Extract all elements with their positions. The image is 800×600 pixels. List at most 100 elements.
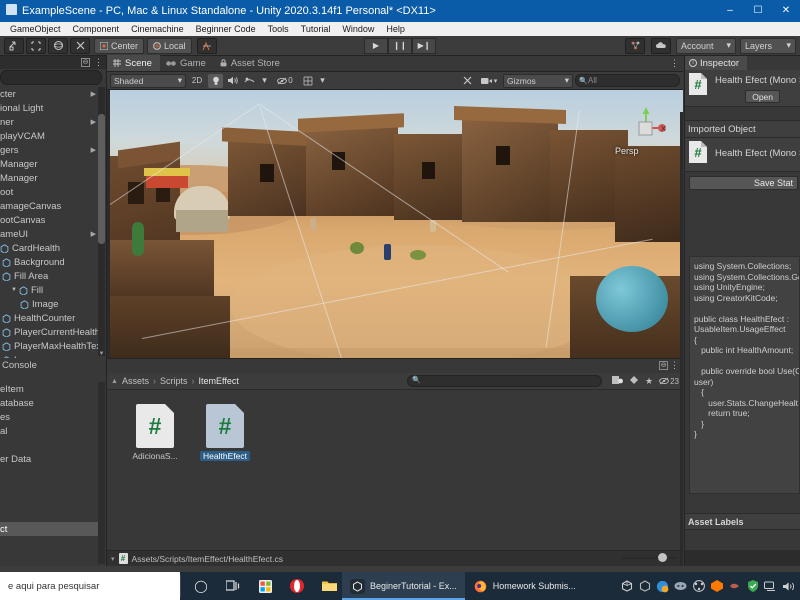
scene-tools-icon[interactable] [460,74,475,88]
chevron-right-icon[interactable]: ▶ [91,230,96,238]
taskbar-app[interactable]: Homework Submis... [465,572,584,600]
hierarchy-item[interactable]: Manager [0,171,98,185]
hierarchy-item[interactable]: Background [0,255,98,269]
panel-resize-handle[interactable] [680,112,683,600]
save-state-button[interactable]: Save Stat [689,176,798,190]
network-icon[interactable] [763,579,778,594]
project-tree-item[interactable]: atabase [0,396,98,410]
file-explorer-icon[interactable] [314,572,344,600]
pause-button[interactable]: ❙❙ [388,37,412,54]
hierarchy-item[interactable]: ner ▶ [0,115,98,129]
store-icon[interactable] [250,572,280,600]
hierarchy-collapse-icon[interactable]: ⊖ [81,58,90,67]
unity-icon-2[interactable] [637,579,652,594]
scene-grid-dropdown-icon[interactable]: ▾ [317,74,328,88]
hierarchy-item[interactable]: cter ▶ [0,87,98,101]
asset-item[interactable]: # HealthEfect [197,404,253,466]
gizmos-dropdown[interactable]: Gizmos ▾ [503,73,573,88]
taskbar-app[interactable]: BeginerTutorial - Ex... [342,572,465,600]
hierarchy-scroll-down-icon[interactable]: ▼ [98,351,105,358]
space-mode-button[interactable]: Local [147,37,192,54]
expand-triangle-icon[interactable]: ▼ [11,287,18,293]
hierarchy-item[interactable]: Image [0,297,98,311]
menu-item-tutorial[interactable]: Tutorial [295,22,337,36]
hierarchy-item[interactable]: PlayerCurrentHealthTe: [0,325,98,339]
hierarchy-item[interactable]: playVCAM [0,129,98,143]
hierarchy-list[interactable]: cter ▶ ional Light ner ▶ playVCAM gers ▶ Manager… [0,87,98,358]
menu-item-window[interactable]: Window [336,22,380,36]
step-button[interactable]: ▶❙ [412,37,436,54]
scene-viewport[interactable]: X Persp [110,90,683,358]
taskbar-search-input[interactable]: e aqui para pesquisar [0,572,180,600]
hierarchy-item[interactable]: PlayerMaxHealthText [0,339,98,353]
opera-icon[interactable] [282,572,312,600]
project-collapse-icon[interactable]: ⊖ [659,361,668,370]
open-button[interactable]: Open [745,90,780,103]
asset-item[interactable]: # AdicionaS... [127,404,183,466]
share-icon[interactable] [691,579,706,594]
menu-item-beginner-code[interactable]: Beginner Code [190,22,262,36]
cortana-icon[interactable]: ◯ [186,572,216,600]
hierarchy-item[interactable]: CardHealth [0,241,98,255]
scene-camera-icon[interactable]: ▾ [477,74,501,88]
project-tree-list[interactable]: eItem atabase es al er Data ct [0,382,98,566]
hierarchy-search-input[interactable] [0,70,102,85]
unity-hub-icon[interactable] [619,579,634,594]
menu-item-component[interactable]: Component [67,22,126,36]
play-button[interactable]: ▶ [364,37,388,54]
scene-fx-dropdown-icon[interactable]: ▾ [259,74,270,88]
label-filter-icon[interactable] [629,375,639,387]
project-tree-scrollbar[interactable] [98,382,105,564]
move-tool-icon[interactable] [26,37,46,54]
chevron-right-icon[interactable]: ▶ [91,90,96,98]
project-tree-item[interactable]: er Data [0,452,98,466]
avast-icon[interactable] [709,579,724,594]
hierarchy-scroll-thumb[interactable] [98,114,105,244]
gizmo-projection-label[interactable]: Persp [615,146,639,156]
scene-lighting-icon[interactable] [208,73,223,88]
hierarchy-item[interactable]: ootCanvas [0,213,98,227]
project-tree-item[interactable] [0,480,98,494]
visibility-toggle[interactable]: 23 [659,377,679,386]
project-tree-item[interactable]: es [0,410,98,424]
scene-audio-icon[interactable] [225,74,240,88]
project-tree-item[interactable] [0,508,98,522]
collab-icon[interactable] [625,37,645,54]
snap-increment-icon[interactable] [196,37,217,54]
volume-icon[interactable] [781,579,796,594]
hand-tool-icon[interactable] [4,37,24,54]
project-tree-item-selected[interactable]: ct [0,522,98,536]
hierarchy-item[interactable]: ▼ Fill [0,283,98,297]
menu-item-gameobject[interactable]: GameObject [4,22,67,36]
shield-icon[interactable] [745,579,760,594]
maximize-button[interactable]: ☐ [744,0,772,22]
scene-grid-snap-icon[interactable] [300,74,315,88]
tab-asset-store[interactable]: Asset Store [214,55,288,71]
project-tree-item[interactable]: eItem [0,382,98,396]
project-scroll-up-icon[interactable]: ▲ [111,378,118,385]
project-status-caret[interactable]: ▾ [111,555,115,563]
hierarchy-item[interactable]: ameUI ▶ [0,227,98,241]
pivot-mode-button[interactable]: Center [94,37,145,54]
tab-game[interactable]: Game [160,55,214,71]
hierarchy-item[interactable]: Manager [0,157,98,171]
tab-inspector[interactable]: i Inspector [685,56,747,70]
project-tree-item[interactable] [0,466,98,480]
chevron-right-icon[interactable]: ▶ [91,118,96,126]
nvidia-icon[interactable] [727,579,742,594]
account-dropdown[interactable]: Account ▾ [676,37,736,54]
hierarchy-item[interactable]: Fill Area [0,269,98,283]
breadcrumb-scripts[interactable]: Scripts [160,376,188,386]
hierarchy-item[interactable]: ional Light [0,101,98,115]
breadcrumb-assets[interactable]: Assets [122,376,149,386]
hierarchy-menu-icon[interactable]: ⋮ [94,57,103,68]
layers-dropdown[interactable]: Layers ▾ [740,37,796,54]
tab-scene[interactable]: Scene [107,55,160,71]
toggle-2d-button[interactable]: 2D [188,74,206,88]
menu-item-cinemachine[interactable]: Cinemachine [125,22,190,36]
chevron-right-icon[interactable]: ▶ [91,146,96,154]
scene-orientation-gizmo[interactable]: X Persp [615,107,666,156]
rect-tool-icon[interactable] [70,37,90,54]
discord-icon[interactable] [673,579,688,594]
favorite-icon[interactable]: ★ [645,376,653,387]
